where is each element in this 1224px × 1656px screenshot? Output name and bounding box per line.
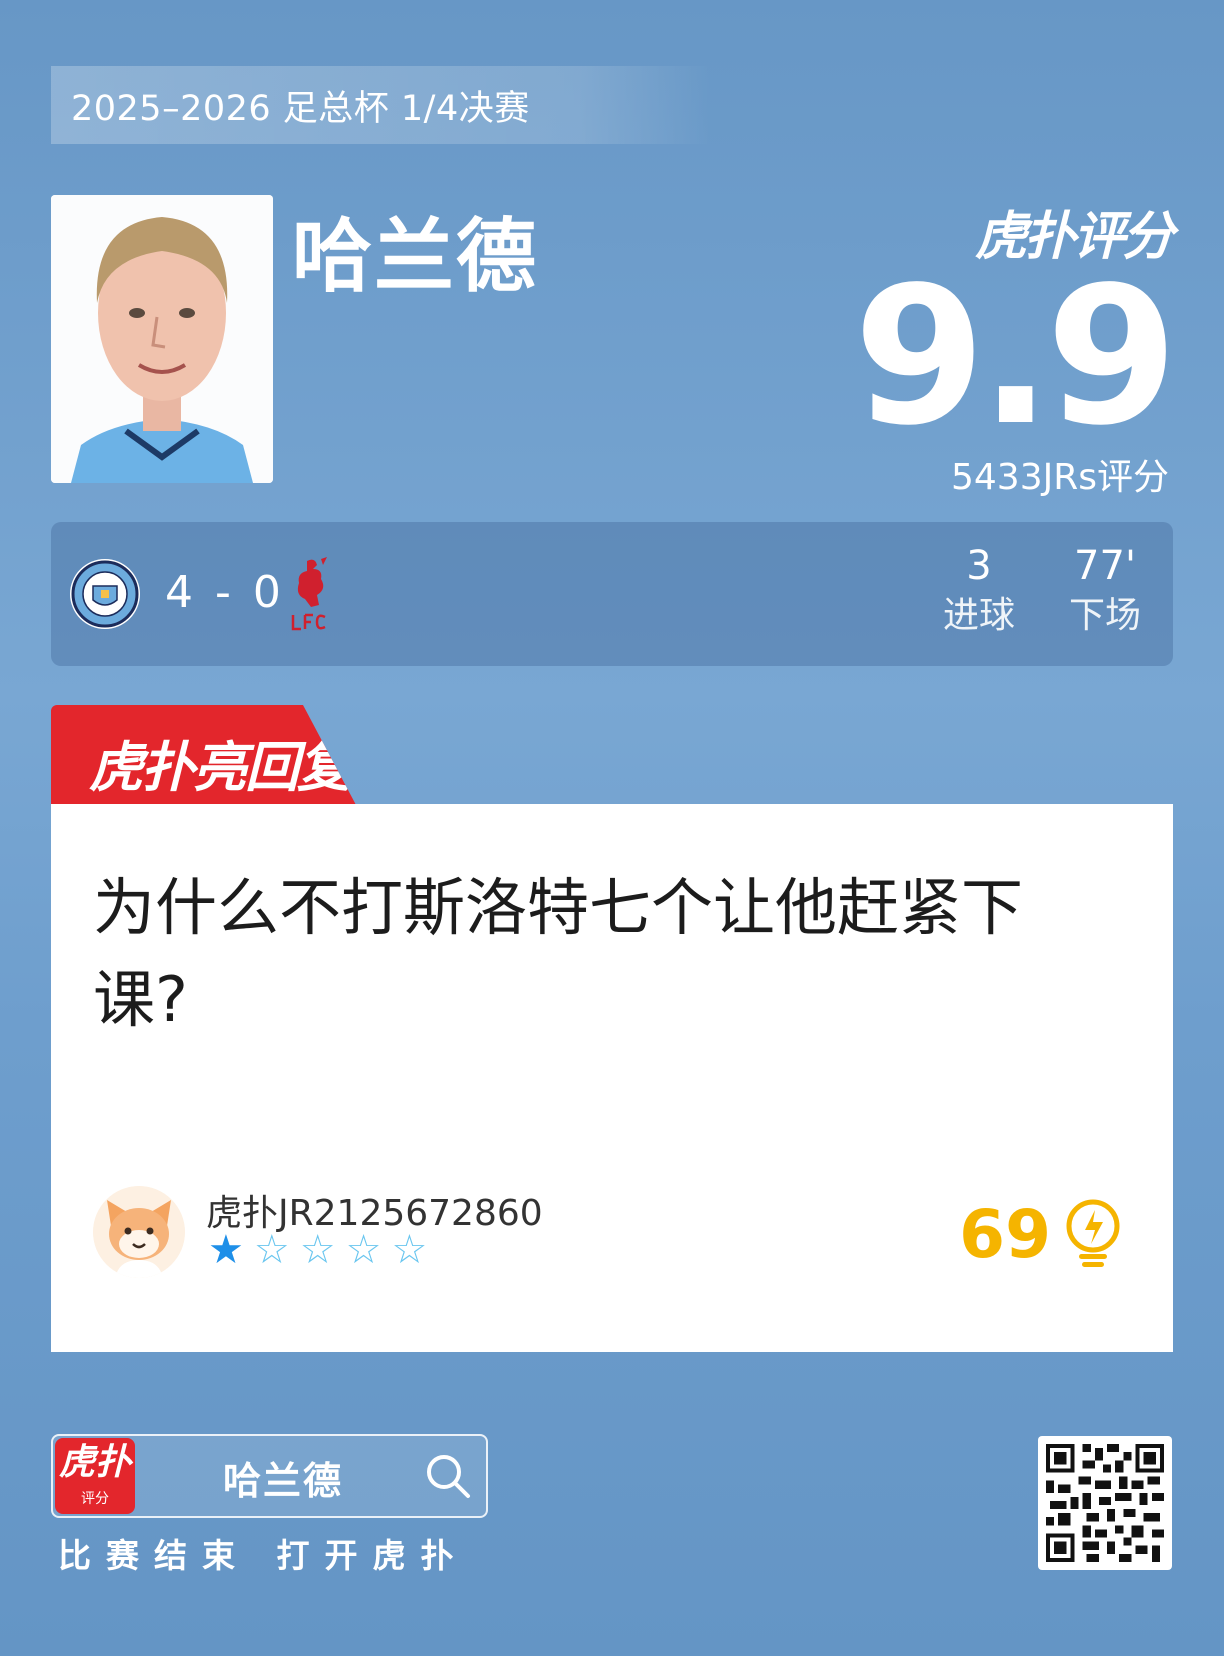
stat-subbed-off: 77' 下场 [1057, 542, 1153, 642]
qr-code[interactable] [1038, 1436, 1172, 1570]
footer-caption: 比赛结束 打开虎扑 [58, 1536, 469, 1575]
hupu-app-icon[interactable]: 虎扑 评分 [55, 1438, 135, 1514]
stat-goals: 3 进球 [931, 542, 1027, 642]
stat-goals-label: 进球 [942, 595, 1015, 636]
match-title-banner: 2025–2026 足总杯 1/4决赛 [51, 66, 711, 144]
match-title: 2025–2026 足总杯 1/4决赛 [71, 88, 530, 129]
stat-subbed-off-label: 下场 [1068, 595, 1141, 636]
search-query-text: 哈兰德 [223, 1459, 344, 1503]
lightbulb-icon[interactable] [1063, 1198, 1123, 1270]
rating-count: 5433JRs评分 [950, 457, 1169, 498]
highlight-reply-tab: 虎扑亮回复 [51, 705, 356, 805]
like-count: 69 [959, 1196, 1051, 1273]
player-portrait-image [51, 195, 273, 483]
star-empty-icon: ☆ [299, 1227, 336, 1273]
star-empty-icon: ☆ [253, 1227, 290, 1273]
match-result-row[interactable]: 4 - 0 3 进球 77' 下场 [51, 522, 1173, 666]
avatar-image [93, 1186, 185, 1278]
match-score: 4 - 0 [165, 567, 285, 618]
app-icon-sub: 评分 [81, 1491, 109, 1507]
stat-subbed-off-value: 77' [1074, 543, 1136, 589]
man-city-crest-icon [70, 559, 140, 629]
liverpool-crest-icon [291, 557, 327, 631]
app-icon-name: 虎扑 [58, 1442, 131, 1483]
comment-card[interactable]: 为什么不打斯洛特七个让他赶紧下课? 虎扑JR2125672860 ★ ☆ ☆ ☆… [51, 804, 1173, 1352]
highlight-reply-title: 虎扑亮回复 [89, 736, 351, 799]
player-name: 哈兰德 [292, 210, 538, 303]
app-search-bar[interactable]: 虎扑 评分 哈兰德 [51, 1434, 488, 1518]
player-rating-score: 9.9 [853, 246, 1178, 467]
star-empty-icon: ☆ [345, 1227, 382, 1273]
star-empty-icon: ☆ [391, 1227, 428, 1273]
stat-goals-value: 3 [966, 543, 992, 589]
avatar[interactable] [93, 1186, 185, 1278]
comment-text: 为什么不打斯洛特七个让他赶紧下课? [93, 871, 1024, 1036]
player-photo [51, 195, 273, 483]
search-icon[interactable] [424, 1452, 472, 1500]
user-level-stars: ★ ☆ ☆ ☆ ☆ [208, 1230, 427, 1270]
qr-code-image [1046, 1444, 1164, 1562]
star-filled-icon: ★ [208, 1227, 244, 1273]
